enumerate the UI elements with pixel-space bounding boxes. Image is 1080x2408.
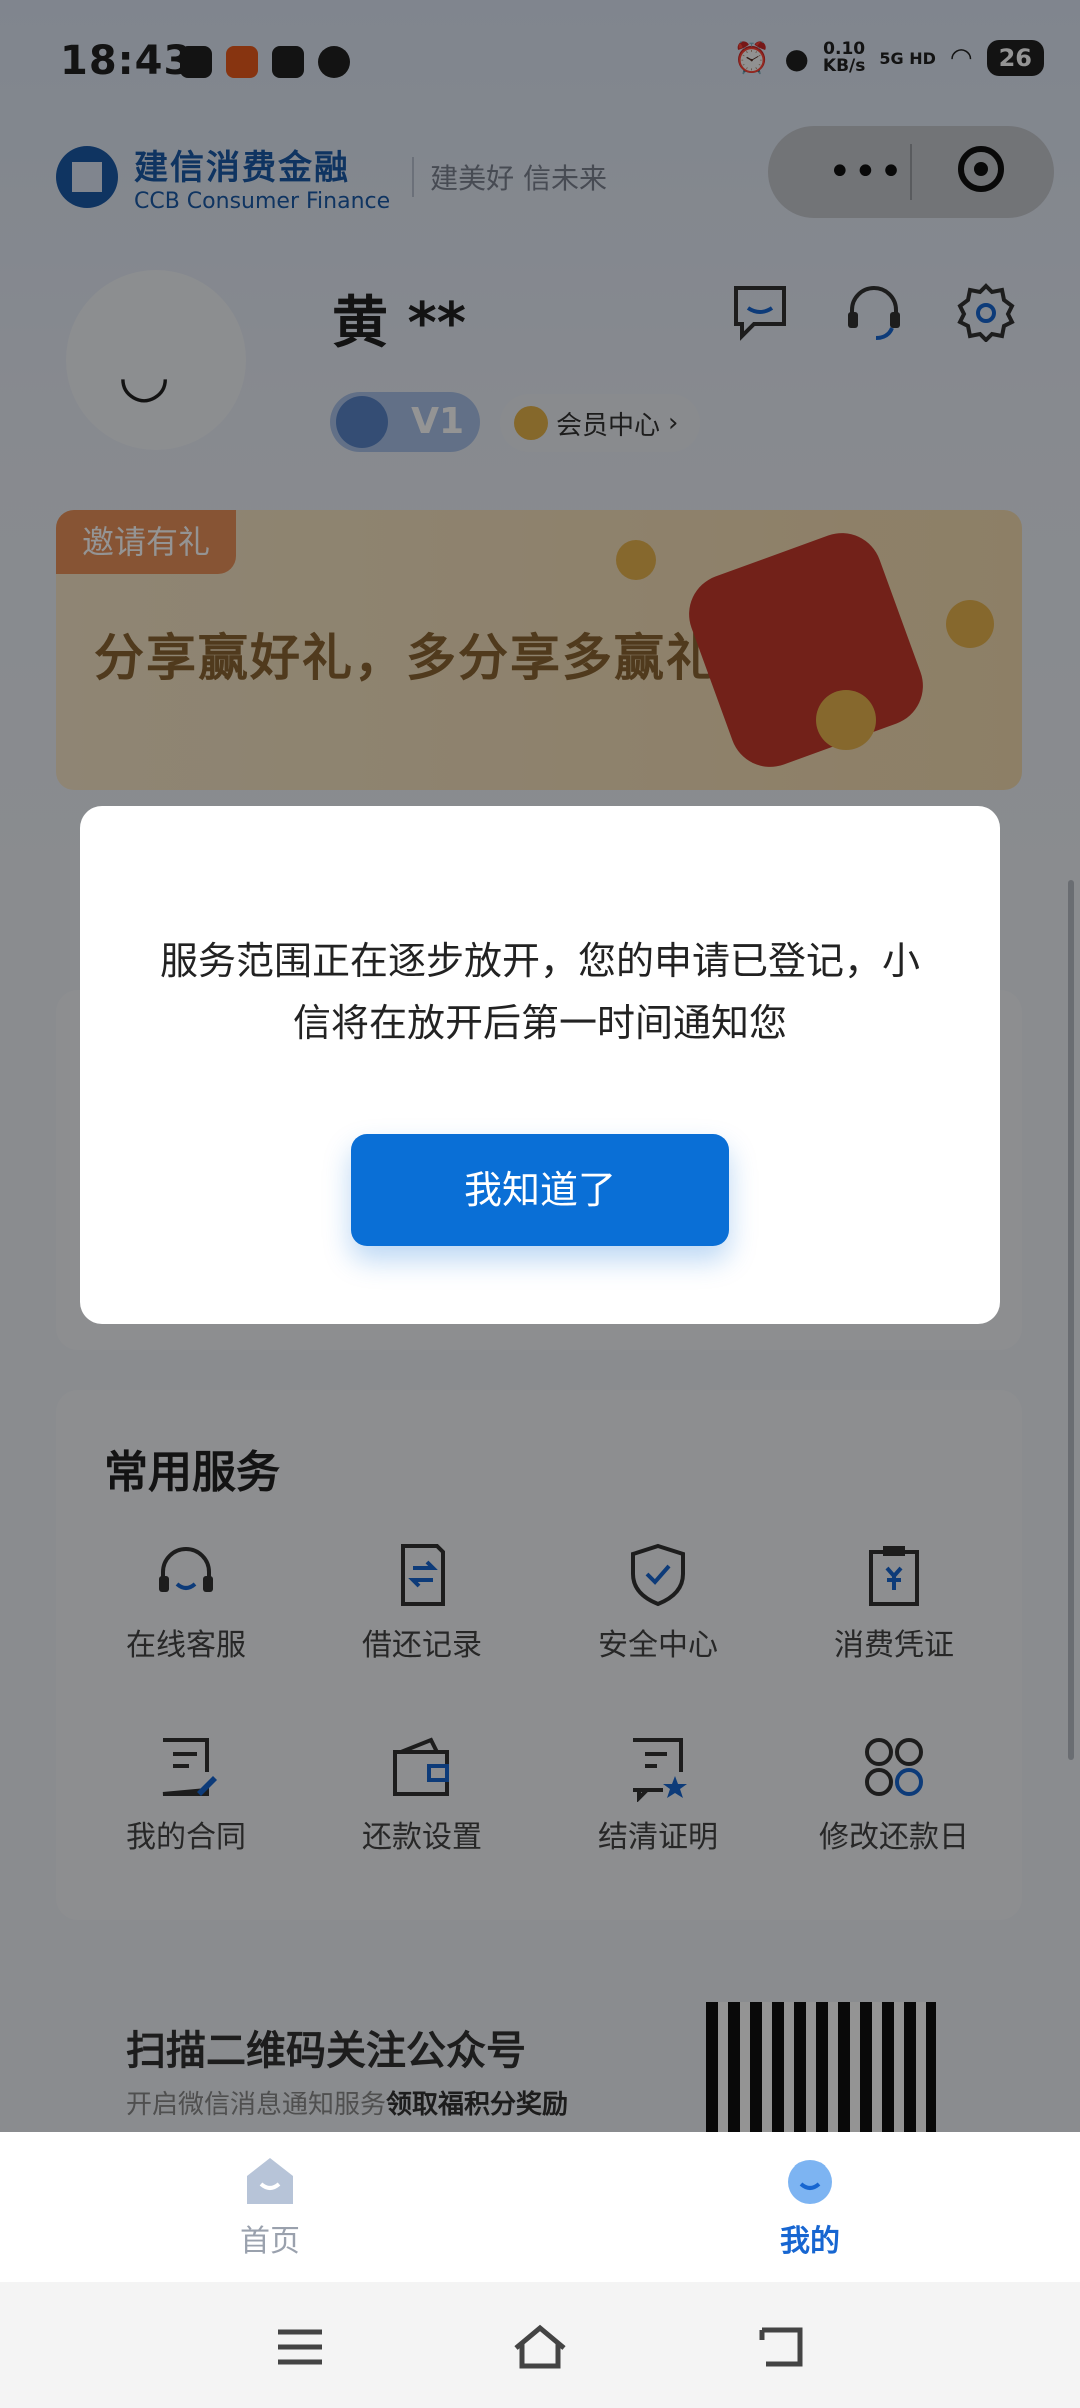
mascot-icon [788,2160,832,2204]
dialog-message: 服务范围正在逐步放开，您的申请已登记，小信将在放开后第一时间通知您 [160,939,921,1045]
home-nav-icon[interactable] [510,2322,570,2372]
back-icon[interactable] [750,2322,810,2372]
menu-icon[interactable] [270,2322,330,2372]
tab-mine-label: 我的 [780,2224,840,2259]
tab-mine[interactable]: 我的 [710,2154,910,2260]
tab-home[interactable]: 首页 [170,2154,370,2260]
confirm-button[interactable]: 我知道了 [351,1134,729,1246]
bottom-tab-bar: 首页 我的 [0,2132,1080,2282]
notice-dialog: 服务范围正在逐步放开，您的申请已登记，小信将在放开后第一时间通知您 我知道了 [80,806,1000,1324]
system-nav-bar [0,2282,1080,2408]
tab-home-label: 首页 [240,2224,300,2259]
page: 18:43 ⏰ ● 0.10 KB/s 5G HD ◠ 26 建信消费金融 CC… [0,0,1080,2408]
home-icon [247,2158,293,2204]
